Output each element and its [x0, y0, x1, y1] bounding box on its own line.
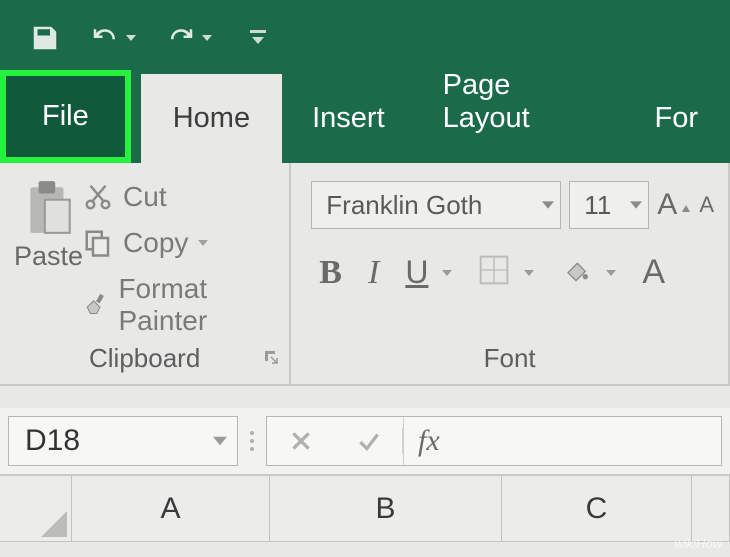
redo-icon[interactable]: [164, 23, 212, 53]
font-group-label: Font: [291, 343, 728, 374]
tab-file[interactable]: File: [0, 70, 131, 163]
tab-page-layout[interactable]: Page Layout: [415, 41, 623, 163]
formula-bar: fx: [266, 416, 722, 466]
italic-button[interactable]: I: [368, 254, 379, 292]
group-clipboard: Paste Cut Copy Format Painter Clipboard: [0, 163, 291, 384]
undo-icon[interactable]: [88, 23, 136, 53]
column-header-d[interactable]: [692, 476, 730, 542]
column-header-a[interactable]: A: [72, 476, 270, 542]
font-size-combo[interactable]: 11: [569, 181, 649, 229]
resize-grip-icon[interactable]: [250, 431, 254, 451]
increase-font-icon[interactable]: A: [657, 188, 691, 222]
font-color-button[interactable]: A: [642, 253, 665, 292]
font-size-value: 11: [584, 190, 611, 221]
copy-button[interactable]: Copy: [83, 227, 275, 259]
underline-button[interactable]: U: [405, 254, 428, 291]
spacer: [0, 386, 730, 408]
clipboard-group-label: Clipboard: [0, 343, 289, 374]
enter-formula-icon[interactable]: [335, 428, 403, 454]
tab-insert[interactable]: Insert: [282, 74, 415, 163]
borders-button[interactable]: [478, 254, 510, 291]
watermark: wikiHow: [674, 536, 722, 551]
clipboard-dialog-launcher[interactable]: [263, 349, 279, 370]
format-painter-label: Format Painter: [118, 273, 275, 337]
font-name-value: Franklin Goth: [326, 190, 482, 221]
name-box[interactable]: D18: [8, 416, 238, 466]
insert-function-button[interactable]: fx: [403, 417, 440, 465]
tab-home[interactable]: Home: [141, 74, 282, 163]
column-header-c[interactable]: C: [502, 476, 692, 542]
cancel-formula-icon[interactable]: [267, 428, 335, 454]
name-box-value: D18: [25, 424, 80, 458]
paste-label: Paste: [14, 241, 83, 272]
formula-bar-row: D18 fx: [0, 408, 730, 476]
customize-qat-icon[interactable]: [250, 29, 266, 47]
column-headers: A B C: [0, 476, 730, 542]
cut-label: Cut: [123, 181, 167, 213]
select-all-corner[interactable]: [0, 476, 72, 542]
font-name-combo[interactable]: Franklin Goth: [311, 181, 561, 229]
save-icon[interactable]: [30, 23, 60, 53]
copy-label: Copy: [123, 227, 188, 259]
column-header-b[interactable]: B: [270, 476, 502, 542]
decrease-font-icon[interactable]: A: [699, 192, 714, 218]
fill-color-button[interactable]: [560, 254, 592, 291]
ribbon-tabs: File Home Insert Page Layout For: [0, 75, 730, 163]
ribbon: Paste Cut Copy Format Painter Clipboard: [0, 163, 730, 386]
tab-formulas[interactable]: For: [623, 74, 730, 163]
group-font: Franklin Goth 11 A A B I U: [291, 163, 730, 384]
bold-button[interactable]: B: [319, 254, 342, 292]
cut-button[interactable]: Cut: [83, 181, 275, 213]
format-painter-button[interactable]: Format Painter: [83, 273, 275, 337]
